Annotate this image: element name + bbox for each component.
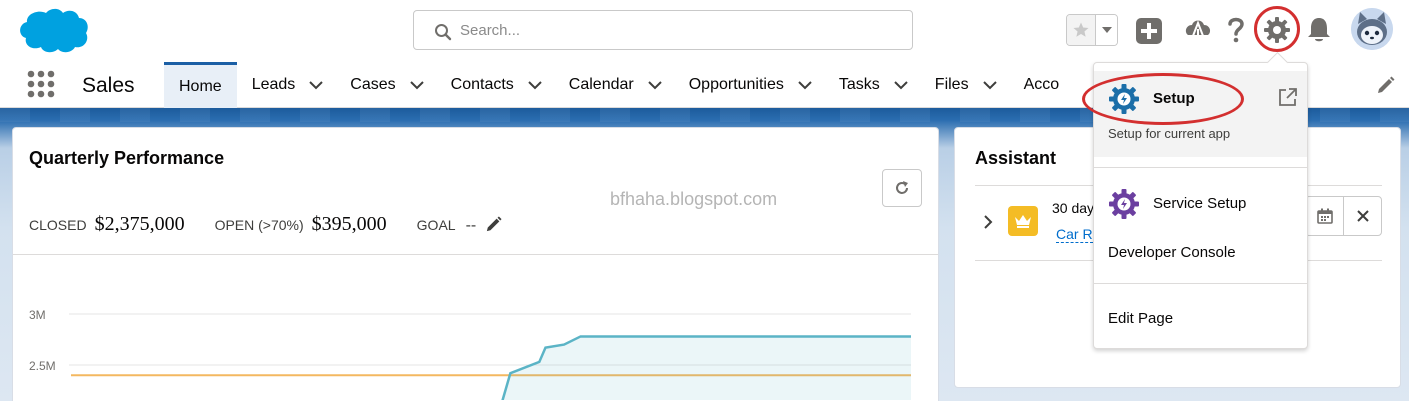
nav-tab-tasks[interactable]: Tasks — [824, 62, 920, 108]
search-input[interactable] — [460, 19, 900, 41]
menu-item-subtitle: Setup for current app — [1108, 126, 1231, 141]
nav-tab-label: Cases — [350, 76, 396, 93]
nav-tab-accounts[interactable]: Acco — [1009, 62, 1060, 108]
menu-item-setup[interactable]: Setup Setup for current app — [1082, 71, 1307, 157]
service-setup-gear-icon — [1109, 189, 1139, 224]
chevron-down-icon — [1101, 27, 1112, 33]
nav-tab-calendar[interactable]: Calendar — [554, 62, 674, 108]
highlight-circle — [1254, 6, 1300, 52]
assistant-item-text: 30 day — [1052, 200, 1095, 216]
nav-tab-opportunities[interactable]: Opportunities — [674, 62, 824, 108]
expand-chevron-icon[interactable] — [983, 214, 993, 235]
nav-tab-label: Acco — [1023, 76, 1060, 93]
close-icon — [1356, 210, 1369, 222]
chevron-down-icon[interactable] — [798, 80, 812, 90]
nav-tab-label: Home — [179, 77, 222, 95]
chevron-down-icon[interactable] — [648, 80, 662, 90]
menu-item-label: Service Setup — [1153, 195, 1247, 212]
favorites-button-group[interactable] — [1066, 14, 1118, 46]
help-button[interactable] — [1226, 16, 1246, 44]
search-icon — [435, 24, 452, 41]
favorites-list-button[interactable] — [1096, 15, 1117, 45]
nav-tab-label: Files — [934, 76, 969, 93]
chevron-down-icon[interactable] — [309, 80, 323, 90]
trailhead-button[interactable] — [1183, 17, 1213, 45]
menu-item-developer-console[interactable]: Developer Console — [1108, 244, 1236, 261]
nav-tab-label: Contacts — [450, 76, 514, 93]
chevron-down-icon[interactable] — [894, 80, 908, 90]
setup-dropdown-menu: Setup Setup for current app Service Setu… — [1082, 62, 1308, 349]
global-header — [0, 0, 1409, 62]
y-tick-label: 3M — [29, 308, 46, 322]
app-launcher-button[interactable] — [27, 70, 55, 103]
nav-tab-files[interactable]: Files — [920, 62, 1009, 108]
nav-tab-home[interactable]: Home — [164, 62, 237, 108]
setup-gear-icon — [1109, 84, 1139, 119]
avatar[interactable] — [1351, 8, 1393, 50]
bell-icon — [1308, 18, 1330, 42]
global-search[interactable] — [413, 10, 913, 50]
menu-separator — [1094, 283, 1307, 284]
schedule-button[interactable] — [1306, 197, 1343, 235]
nav-tab-label: Leads — [251, 76, 296, 93]
edit-nav-button[interactable] — [1377, 76, 1395, 99]
global-actions-button[interactable] — [1136, 18, 1162, 44]
open-new-window-icon[interactable] — [1278, 87, 1298, 112]
dismiss-button[interactable] — [1343, 197, 1381, 235]
crown-icon — [1008, 206, 1038, 236]
y-tick-label: 2.5M — [29, 359, 56, 373]
card-title: Assistant — [975, 148, 1057, 168]
nav-items: Home Leads Cases Contacts Calendar Oppor… — [164, 62, 1059, 108]
menu-separator — [1094, 167, 1307, 168]
watermark: bfhaha.blogspot.com — [610, 189, 778, 209]
nav-tab-cases[interactable]: Cases — [335, 62, 435, 108]
app-launcher-icon — [27, 70, 55, 98]
nav-tab-label: Opportunities — [688, 76, 784, 93]
performance-chart: 3M 2.5M — [29, 308, 911, 400]
salesforce-logo[interactable] — [16, 5, 90, 60]
menu-item-edit-page[interactable]: Edit Page — [1108, 310, 1173, 327]
trailhead-icon — [1185, 20, 1211, 42]
pencil-icon — [1378, 76, 1395, 93]
quarterly-performance-card: Quarterly Performance CLOSED $2,375,000 … — [12, 127, 939, 401]
menu-item-service-setup[interactable]: Service Setup — [1094, 183, 1307, 223]
chevron-down-icon[interactable] — [528, 80, 542, 90]
app-name: Sales — [82, 74, 135, 97]
chevron-down-icon[interactable] — [409, 80, 424, 90]
help-icon — [1228, 17, 1244, 43]
assistant-actions — [1305, 196, 1382, 236]
chevron-down-icon[interactable] — [982, 80, 997, 90]
calendar-icon — [1316, 208, 1333, 224]
nav-tab-contacts[interactable]: Contacts — [436, 62, 554, 108]
astro-avatar-icon — [1351, 8, 1393, 50]
nav-tab-leads[interactable]: Leads — [237, 62, 336, 108]
nav-tab-label: Calendar — [568, 76, 634, 93]
menu-item-label: Setup — [1153, 90, 1195, 107]
notifications-button[interactable] — [1307, 17, 1331, 43]
plus-icon — [1136, 18, 1162, 44]
favorite-star-button[interactable] — [1067, 15, 1096, 45]
assistant-item-link[interactable]: Car R — [1056, 226, 1093, 243]
star-icon — [1073, 22, 1089, 37]
nav-tab-label: Tasks — [838, 76, 880, 93]
